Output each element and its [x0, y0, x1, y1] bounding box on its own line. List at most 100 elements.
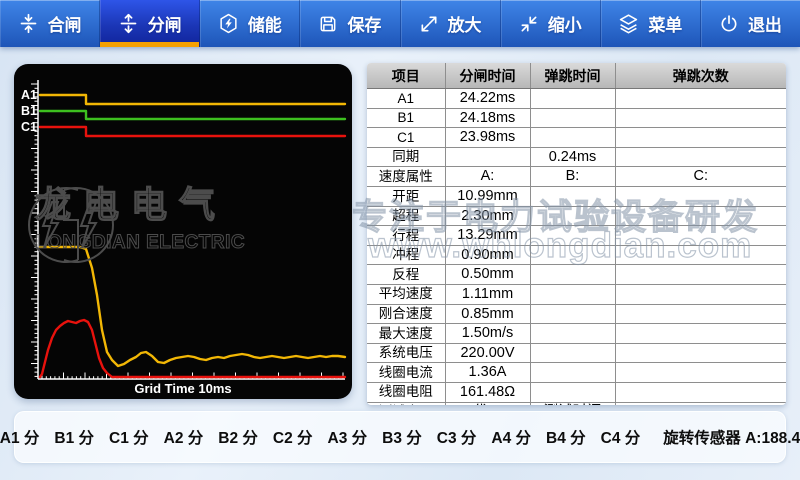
- status-item: A4 分: [491, 426, 531, 448]
- row-value-cell: [530, 226, 615, 246]
- row-value-cell: C:: [615, 167, 786, 187]
- row-value-cell: 24.22ms: [445, 89, 530, 109]
- table-row: 线圈电流1.36A: [367, 363, 786, 383]
- row-value-cell: 0.85mm: [445, 304, 530, 324]
- row-value-cell: [530, 108, 615, 128]
- status-item: C4 分: [601, 426, 641, 448]
- toolbar-button-exit[interactable]: 退出: [701, 0, 800, 47]
- table-row: A124.22ms: [367, 89, 786, 109]
- row-value-cell: [615, 304, 786, 324]
- status-item: A3 分: [328, 426, 368, 448]
- row-label-cell: 平均速度: [367, 284, 445, 304]
- waveform-svg: A1 B1 C1: [14, 64, 352, 399]
- zoom-out-icon: [519, 14, 539, 34]
- toolbar-button-zoom-out[interactable]: 缩小: [501, 0, 601, 47]
- row-value-cell: 2.30mm: [445, 206, 530, 226]
- table-row: 超程2.30mm: [367, 206, 786, 226]
- close-switch-icon: [18, 13, 39, 34]
- row-value-cell: [530, 128, 615, 148]
- status-item: C2 分: [273, 426, 313, 448]
- table-row: 行程13.29mm: [367, 226, 786, 246]
- table-header-cell: 弹跳时间: [530, 63, 615, 89]
- table-row: 测试人员代工测试时间2024-04-08 15:55:22: [367, 402, 786, 405]
- toolbar-button-label: 菜单: [648, 11, 682, 36]
- row-label-cell: 行程: [367, 226, 445, 246]
- row-value-cell: 1.11mm: [445, 284, 530, 304]
- row-value-cell: [615, 128, 786, 148]
- table-header-cell: 弹跳次数: [615, 63, 786, 89]
- table-header-cell: 分闸时间: [445, 63, 530, 89]
- row-label-cell: B1: [367, 108, 445, 128]
- trace-coil-current-curve: [40, 320, 345, 377]
- row-label-cell: 速度属性: [367, 167, 445, 187]
- energy-store-icon: [218, 13, 239, 34]
- trace-contact-a1: [40, 95, 345, 104]
- row-value-cell: [530, 304, 615, 324]
- row-value-cell: [530, 186, 615, 206]
- row-label-cell: 同期: [367, 147, 445, 167]
- row-value-cell: 24.18ms: [445, 108, 530, 128]
- toolbar-button-label: 合闸: [48, 11, 82, 36]
- zoom-in-icon: [419, 14, 439, 34]
- toolbar-button-zoom-in[interactable]: 放大: [401, 0, 501, 47]
- row-value-cell: 2024-04-08 15:55:22: [615, 402, 786, 405]
- toolbar-button-label: 退出: [748, 11, 782, 36]
- row-value-cell: 0.90mm: [445, 245, 530, 265]
- toolbar-button-open-switch[interactable]: 分闸: [100, 0, 200, 47]
- row-value-cell: 代工: [445, 402, 530, 405]
- row-label-cell: 超程: [367, 206, 445, 226]
- row-value-cell: 测试时间: [530, 402, 615, 405]
- toolbar-button-save[interactable]: 保存: [300, 0, 400, 47]
- row-value-cell: 161.48Ω: [445, 382, 530, 402]
- table-body: A124.22msB124.18msC123.98ms同期0.24ms速度属性A…: [367, 89, 786, 406]
- row-value-cell: [615, 89, 786, 109]
- status-item: B4 分: [546, 426, 586, 448]
- trace-contact-c1: [40, 127, 345, 136]
- row-value-cell: [530, 324, 615, 344]
- row-value-cell: 220.00V: [445, 343, 530, 363]
- exit-icon: [719, 14, 739, 34]
- result-table: 项目分闸时间弹跳时间弹跳次数 A124.22msB124.18msC123.98…: [367, 63, 786, 405]
- table-row: 速度属性A:B:C:: [367, 167, 786, 187]
- row-value-cell: [530, 382, 615, 402]
- toolbar-button-close-switch[interactable]: 合闸: [0, 0, 100, 47]
- save-icon: [318, 14, 338, 34]
- toolbar-button-label: 分闸: [148, 11, 182, 36]
- table-row: 反程0.50mm: [367, 265, 786, 285]
- row-value-cell: [445, 147, 530, 167]
- row-label-cell: 系统电压: [367, 343, 445, 363]
- menu-icon: [618, 13, 639, 34]
- table-row: B124.18ms: [367, 108, 786, 128]
- toolbar-button-menu[interactable]: 菜单: [601, 0, 701, 47]
- row-label-cell: 反程: [367, 265, 445, 285]
- row-value-cell: [615, 245, 786, 265]
- row-value-cell: 1.36A: [445, 363, 530, 383]
- row-value-cell: [530, 284, 615, 304]
- status-item: A1 分: [0, 426, 39, 448]
- row-value-cell: [615, 343, 786, 363]
- trace-contact-b1: [40, 111, 345, 119]
- status-item: B3 分: [382, 426, 422, 448]
- row-value-cell: [615, 186, 786, 206]
- row-value-cell: [615, 265, 786, 285]
- row-value-cell: [615, 363, 786, 383]
- toolbar-button-energy-store[interactable]: 储能: [200, 0, 300, 47]
- row-value-cell: [530, 363, 615, 383]
- table-row: 系统电压220.00V: [367, 343, 786, 363]
- status-item: 旋转传感器 A:188.4: [663, 426, 800, 448]
- table-row: 冲程0.90mm: [367, 245, 786, 265]
- status-item: B2 分: [218, 426, 258, 448]
- row-label-cell: 刚合速度: [367, 304, 445, 324]
- table-header-cell: 项目: [367, 63, 445, 89]
- trace-label-a1: A1: [21, 88, 37, 102]
- table-row: C123.98ms: [367, 128, 786, 148]
- trace-label-b1: B1: [21, 104, 37, 118]
- toolbar-button-label: 储能: [248, 11, 282, 36]
- table-row: 最大速度1.50m/s: [367, 324, 786, 344]
- trace-label-c1: C1: [21, 120, 37, 134]
- row-label-cell: 开距: [367, 186, 445, 206]
- row-value-cell: [615, 108, 786, 128]
- toolbar-button-label: 缩小: [548, 11, 582, 36]
- row-value-cell: [530, 245, 615, 265]
- row-value-cell: [530, 89, 615, 109]
